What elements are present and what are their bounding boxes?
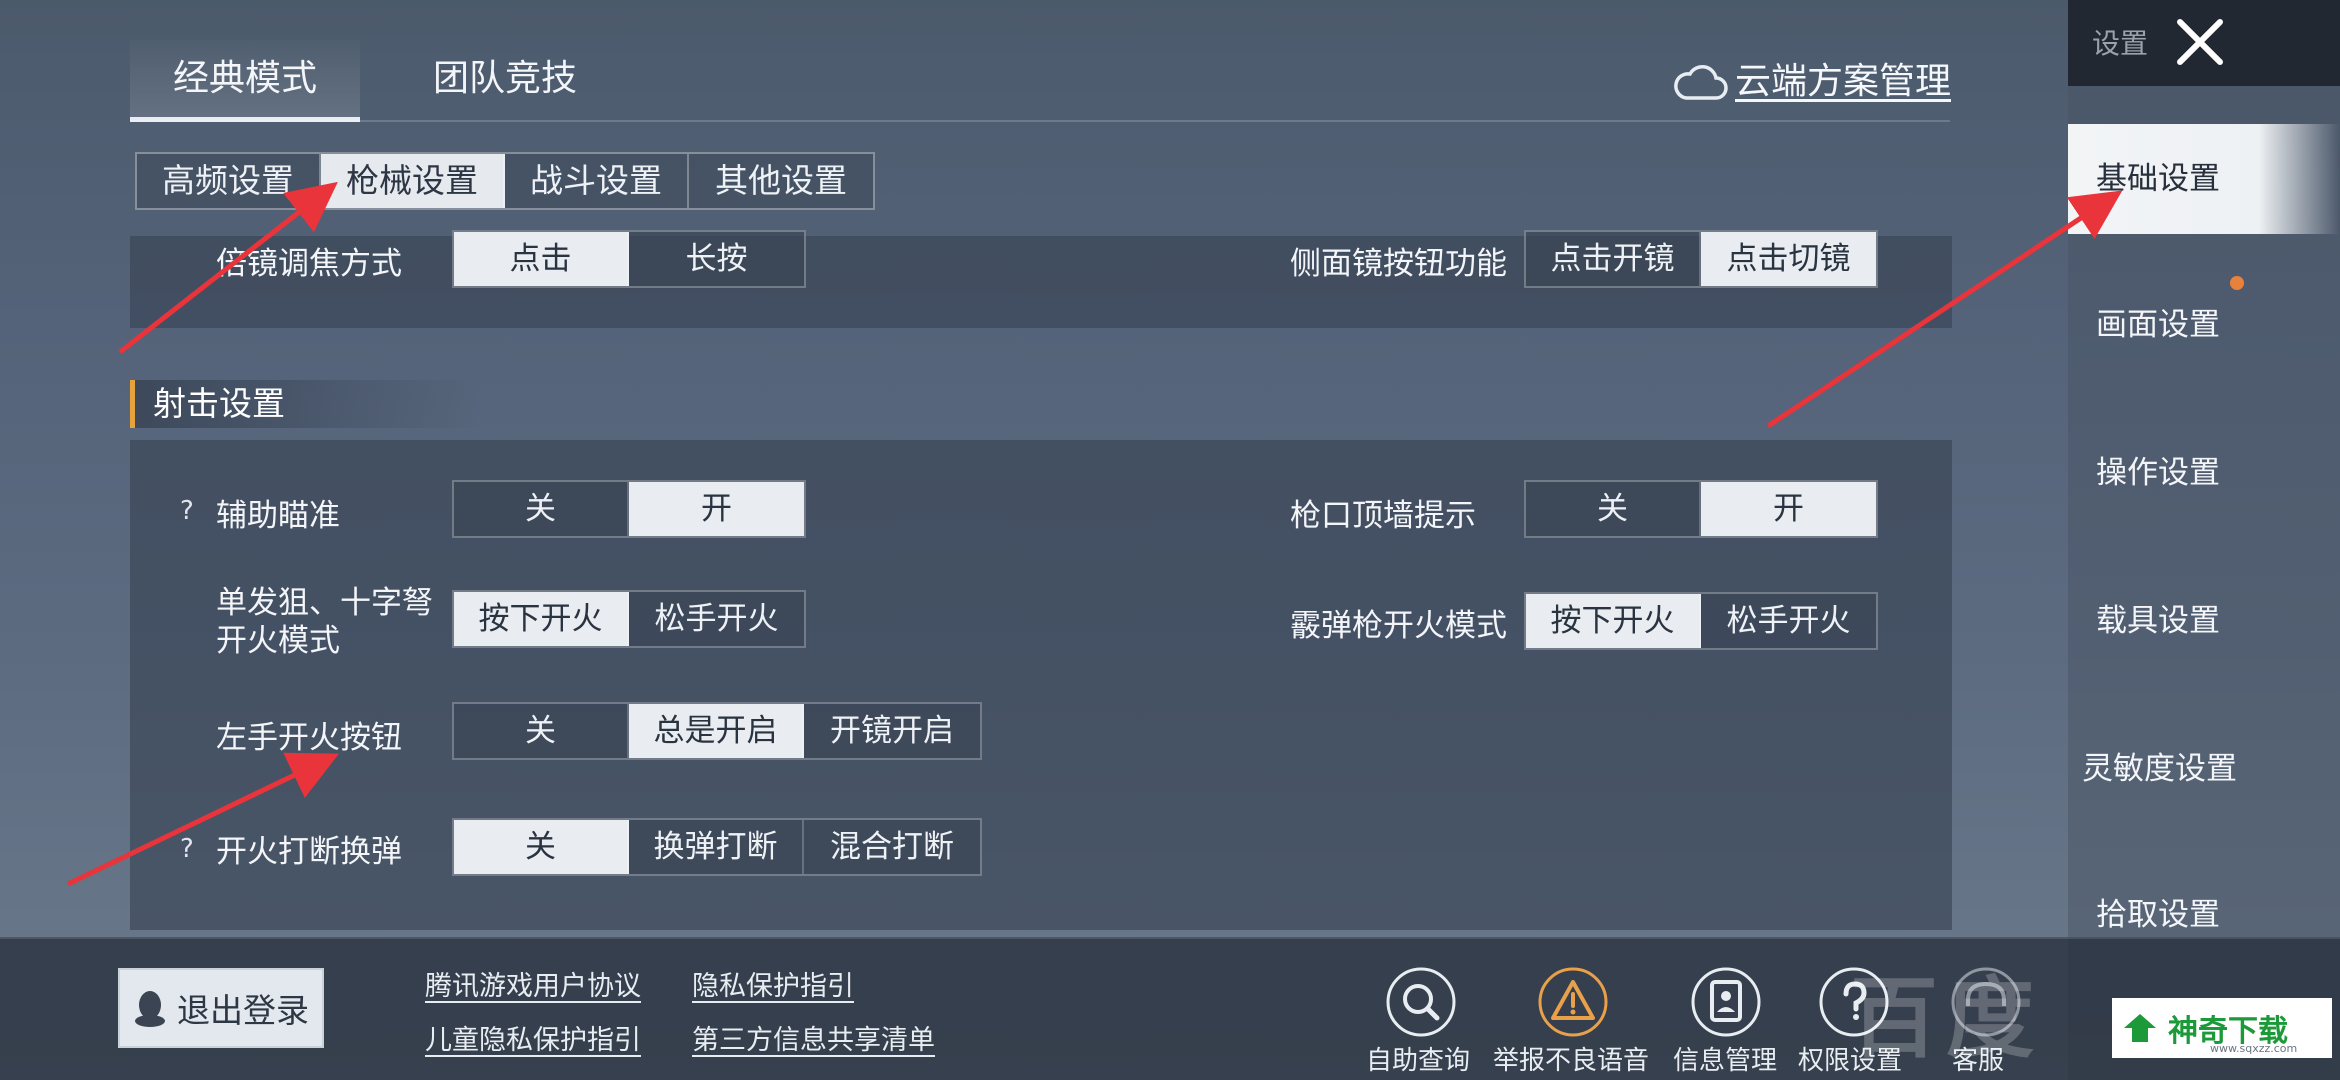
option-press-fire[interactable]: 按下开火 xyxy=(1526,594,1701,648)
baidu-watermark: 百度 xyxy=(1850,967,2043,1070)
left-fire-label: 左手开火按钮 xyxy=(216,720,402,756)
id-card-icon[interactable] xyxy=(1690,966,1762,1038)
logout-button[interactable]: 退出登录 xyxy=(118,968,324,1048)
option-tap-scope[interactable]: 点击开镜 xyxy=(1526,232,1701,286)
muzzle-wall-label: 枪口顶墙提示 xyxy=(1290,498,1476,534)
option-on[interactable]: 开 xyxy=(629,482,804,536)
help-icon[interactable]: ? xyxy=(180,496,194,526)
option-mixed-interrupt[interactable]: 混合打断 xyxy=(804,820,980,874)
option-on-scope[interactable]: 开镜开启 xyxy=(804,704,980,758)
aim-assist-label: 辅助瞄准 xyxy=(216,498,340,534)
shotgun-fire-toggle: 按下开火 松手开火 xyxy=(1524,592,1878,650)
sniper-fire-label-line2: 开火模式 xyxy=(216,623,340,659)
sidebar-item-vehicle[interactable]: 载具设置 xyxy=(2068,566,2340,676)
brand-logo-icon xyxy=(2124,1014,2156,1042)
side-scope-toggle: 点击开镜 点击切镜 xyxy=(1524,230,1878,288)
option-on[interactable]: 开 xyxy=(1701,482,1876,536)
subtab-weapon[interactable]: 枪械设置 xyxy=(321,154,505,208)
sniper-fire-label: 单发狙、十字弩 开火模式 xyxy=(216,584,456,660)
sniper-fire-toggle: 按下开火 松手开火 xyxy=(452,590,806,648)
option-release-fire[interactable]: 松手开火 xyxy=(1701,594,1876,648)
option-off[interactable]: 关 xyxy=(1526,482,1701,536)
qq-penguin-icon xyxy=(135,991,165,1027)
link-user-agreement[interactable]: 腾讯游戏用户协议 xyxy=(425,964,641,1003)
self-help-label: 自助查询 xyxy=(1366,1046,1471,1076)
fire-interrupt-toggle: 关 换弹打断 混合打断 xyxy=(452,818,982,876)
option-release-fire[interactable]: 松手开火 xyxy=(629,592,804,646)
tab-team-deathmatch[interactable]: 团队竞技 xyxy=(390,40,620,122)
option-hold[interactable]: 长按 xyxy=(629,232,804,286)
option-tap-switch[interactable]: 点击切镜 xyxy=(1701,232,1876,286)
help-icon[interactable]: ? xyxy=(180,834,194,864)
tab-divider xyxy=(130,120,1950,122)
scope-zoom-toggle: 点击 长按 xyxy=(452,230,806,288)
side-scope-label: 侧面镜按钮功能 xyxy=(1290,246,1507,282)
section-title-shooting: 射击设置 xyxy=(130,380,480,428)
shotgun-fire-label: 霰弹枪开火模式 xyxy=(1290,608,1507,644)
info-manage-label: 信息管理 xyxy=(1673,1046,1778,1076)
brand-url: www.sqxzz.com xyxy=(2210,1042,2298,1055)
sidebar-item-sensitivity[interactable]: 灵敏度设置 xyxy=(2068,714,2340,824)
link-privacy-guide[interactable]: 隐私保护指引 xyxy=(692,964,854,1003)
subtab-high-frequency[interactable]: 高频设置 xyxy=(137,154,321,208)
sidebar-item-controls[interactable]: 操作设置 xyxy=(2068,418,2340,528)
left-fire-toggle: 关 总是开启 开镜开启 xyxy=(452,702,982,760)
subtab-other[interactable]: 其他设置 xyxy=(689,154,873,208)
option-always-on[interactable]: 总是开启 xyxy=(629,704,804,758)
settings-subtabs: 高频设置 枪械设置 战斗设置 其他设置 xyxy=(135,152,875,210)
tab-classic-mode[interactable]: 经典模式 xyxy=(130,40,360,122)
option-press-fire[interactable]: 按下开火 xyxy=(454,592,629,646)
cloud-icon[interactable] xyxy=(1672,60,1728,104)
cloud-plan-link[interactable]: 云端方案管理 xyxy=(1735,52,1951,104)
sniper-fire-label-line1: 单发狙、十字弩 xyxy=(216,585,433,621)
option-tap[interactable]: 点击 xyxy=(454,232,629,286)
link-third-party-list[interactable]: 第三方信息共享清单 xyxy=(692,1018,935,1057)
option-off[interactable]: 关 xyxy=(454,704,629,758)
close-icon[interactable] xyxy=(2170,12,2230,72)
logout-label: 退出登录 xyxy=(177,991,309,1030)
report-voice-label: 举报不良语音 xyxy=(1493,1046,1650,1076)
sidebar-title: 设置 xyxy=(2092,27,2149,60)
muzzle-wall-toggle: 关 开 xyxy=(1524,480,1878,538)
option-off[interactable]: 关 xyxy=(454,482,629,536)
scope-zoom-label: 倍镜调焦方式 xyxy=(216,246,402,282)
search-icon[interactable] xyxy=(1385,966,1457,1038)
notification-dot xyxy=(2230,276,2244,290)
brand-badge: 神奇下载 www.sqxzz.com xyxy=(2112,998,2332,1058)
option-reload-interrupt[interactable]: 换弹打断 xyxy=(629,820,804,874)
aim-assist-toggle: 关 开 xyxy=(452,480,806,538)
fire-interrupt-label: 开火打断换弹 xyxy=(216,834,402,870)
sidebar-item-basic[interactable]: 基础设置 xyxy=(2068,124,2340,234)
warning-icon[interactable] xyxy=(1537,966,1609,1038)
link-child-privacy[interactable]: 儿童隐私保护指引 xyxy=(425,1018,641,1057)
subtab-combat[interactable]: 战斗设置 xyxy=(505,154,689,208)
sidebar-item-graphics[interactable]: 画面设置 xyxy=(2068,270,2340,380)
option-off[interactable]: 关 xyxy=(454,820,629,874)
